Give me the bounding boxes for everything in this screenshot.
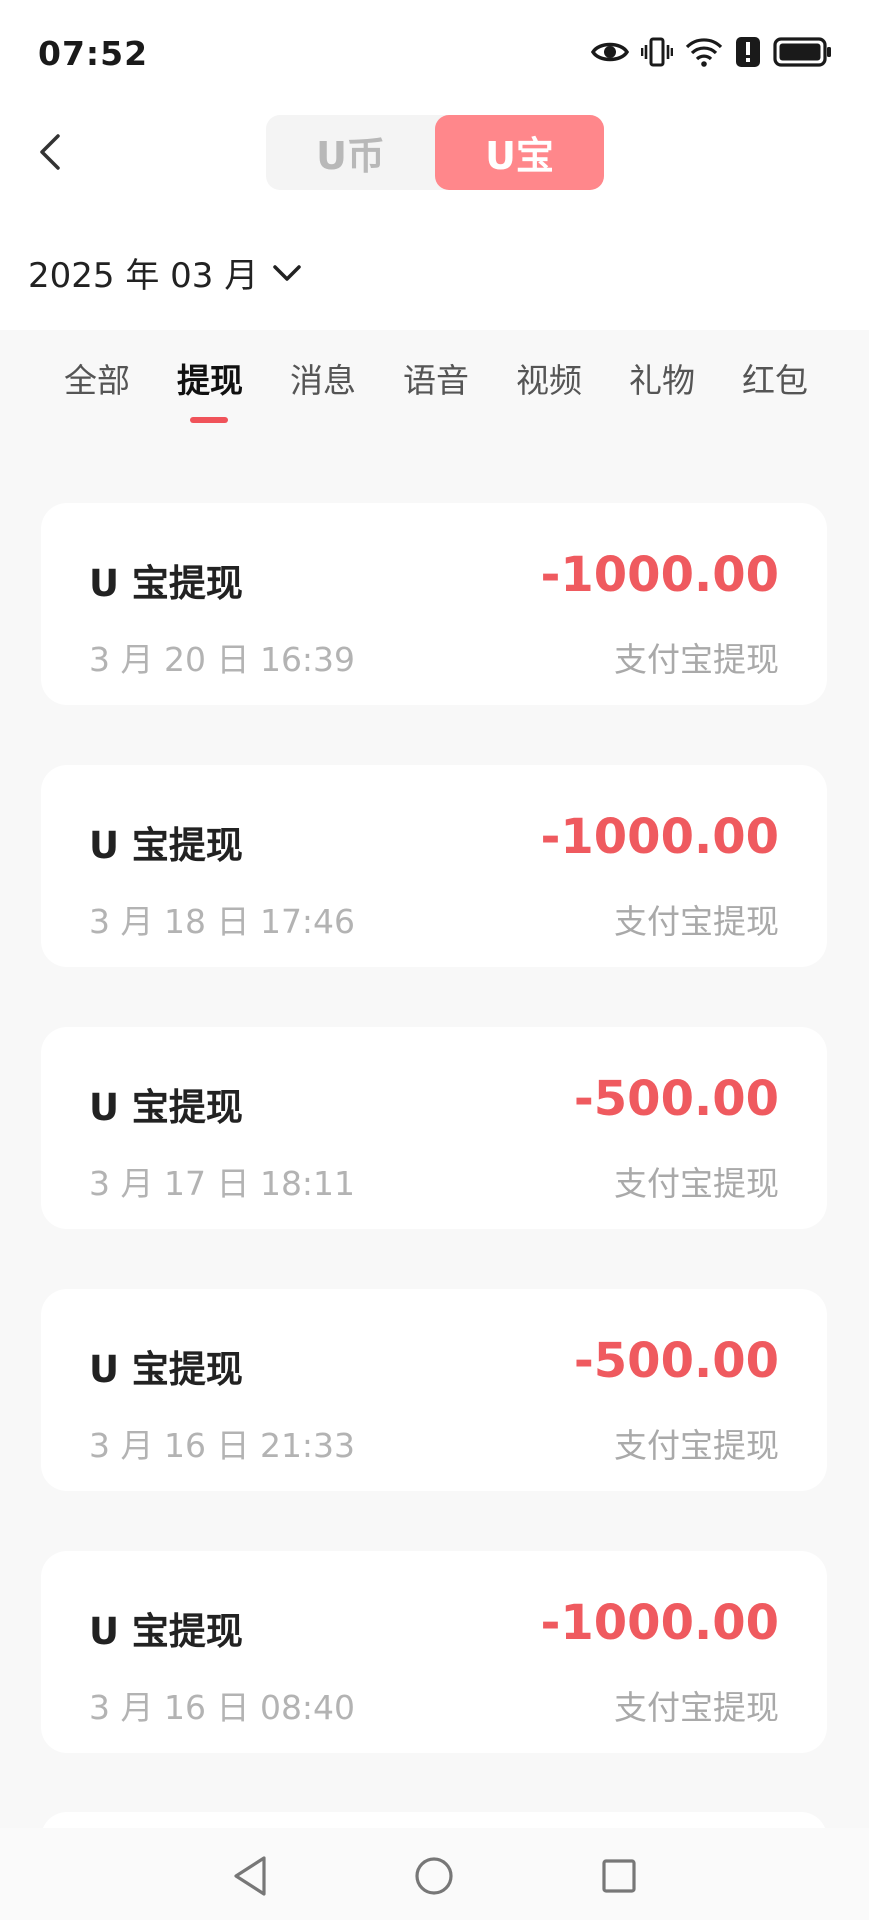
status-bar: 07:52 <box>0 0 869 110</box>
tab-gift[interactable]: 礼物 <box>629 354 695 402</box>
transaction-card[interactable]: U 宝提现 -500.00 3 月 16 日 21:33 支付宝提现 <box>41 1289 827 1491</box>
chevron-left-icon[interactable] <box>30 130 70 174</box>
transaction-amount: -500.00 <box>573 1333 779 1389</box>
transaction-date: 3 月 16 日 08:40 <box>89 1688 356 1727</box>
tab-withdraw[interactable]: 提现 <box>177 354 243 402</box>
back-triangle-icon[interactable] <box>220 1846 280 1906</box>
home-circle-icon[interactable] <box>404 1846 464 1906</box>
transaction-title: U 宝提现 <box>89 1610 243 1653</box>
wifi-icon <box>685 37 723 67</box>
transaction-card[interactable]: U 宝提现 -1000.00 3 月 16 日 08:40 支付宝提现 <box>41 1551 827 1753</box>
status-icons <box>591 36 833 68</box>
transaction-card[interactable]: U 宝提现 -500.00 3 月 17 日 18:11 支付宝提现 <box>41 1027 827 1229</box>
tab-message[interactable]: 消息 <box>290 354 356 402</box>
transaction-amount: -1000.00 <box>540 1595 779 1651</box>
transaction-card[interactable]: U 宝提现 -1000.00 3 月 20 日 16:39 支付宝提现 <box>41 503 827 705</box>
transaction-date: 3 月 16 日 21:33 <box>89 1426 356 1465</box>
transaction-date: 3 月 20 日 16:39 <box>89 640 356 679</box>
transaction-amount: -500.00 <box>573 1071 779 1127</box>
alert-icon <box>735 36 761 68</box>
eye-icon <box>591 39 629 65</box>
transaction-amount: -1000.00 <box>540 809 779 865</box>
transaction-method: 支付宝提现 <box>614 1164 779 1203</box>
status-time: 07:52 <box>38 34 149 73</box>
transaction-date: 3 月 17 日 18:11 <box>89 1164 356 1203</box>
tab-all[interactable]: 全部 <box>64 354 130 402</box>
tab-video[interactable]: 视频 <box>516 354 582 402</box>
currency-segmented-control: U币 U宝 <box>266 115 604 190</box>
transaction-method: 支付宝提现 <box>614 902 779 941</box>
tab-red-packet[interactable]: 红包 <box>742 354 808 402</box>
month-selector[interactable]: 2025 年 03 月 <box>28 248 302 297</box>
category-tabs: 全部 提现 消息 语音 视频 礼物 红包 <box>0 330 869 440</box>
segment-ubao[interactable]: U宝 <box>435 115 604 190</box>
month-label: 2025 年 03 月 <box>28 256 259 296</box>
vibrate-icon <box>641 36 673 68</box>
transaction-card[interactable]: U 宝提现 -1000.00 3 月 18 日 17:46 支付宝提现 <box>41 765 827 967</box>
transaction-title: U 宝提现 <box>89 1086 243 1129</box>
chevron-down-icon <box>272 263 302 283</box>
transaction-date: 3 月 18 日 17:46 <box>89 902 356 941</box>
transaction-title: U 宝提现 <box>89 1348 243 1391</box>
transaction-title: U 宝提现 <box>89 824 243 867</box>
transaction-title: U 宝提现 <box>89 562 243 605</box>
transaction-method: 支付宝提现 <box>614 1426 779 1465</box>
header-area: 07:52 U币 U宝 2025 年 03 月 <box>0 0 869 330</box>
transaction-method: 支付宝提现 <box>614 640 779 679</box>
system-nav-bar <box>0 1828 869 1920</box>
recents-square-icon[interactable] <box>589 1846 649 1906</box>
tab-voice[interactable]: 语音 <box>403 354 469 402</box>
transaction-amount: -1000.00 <box>540 547 779 603</box>
segment-ubi[interactable]: U币 <box>266 115 435 190</box>
transaction-method: 支付宝提现 <box>614 1688 779 1727</box>
battery-icon <box>773 37 833 67</box>
active-tab-indicator <box>190 417 228 423</box>
